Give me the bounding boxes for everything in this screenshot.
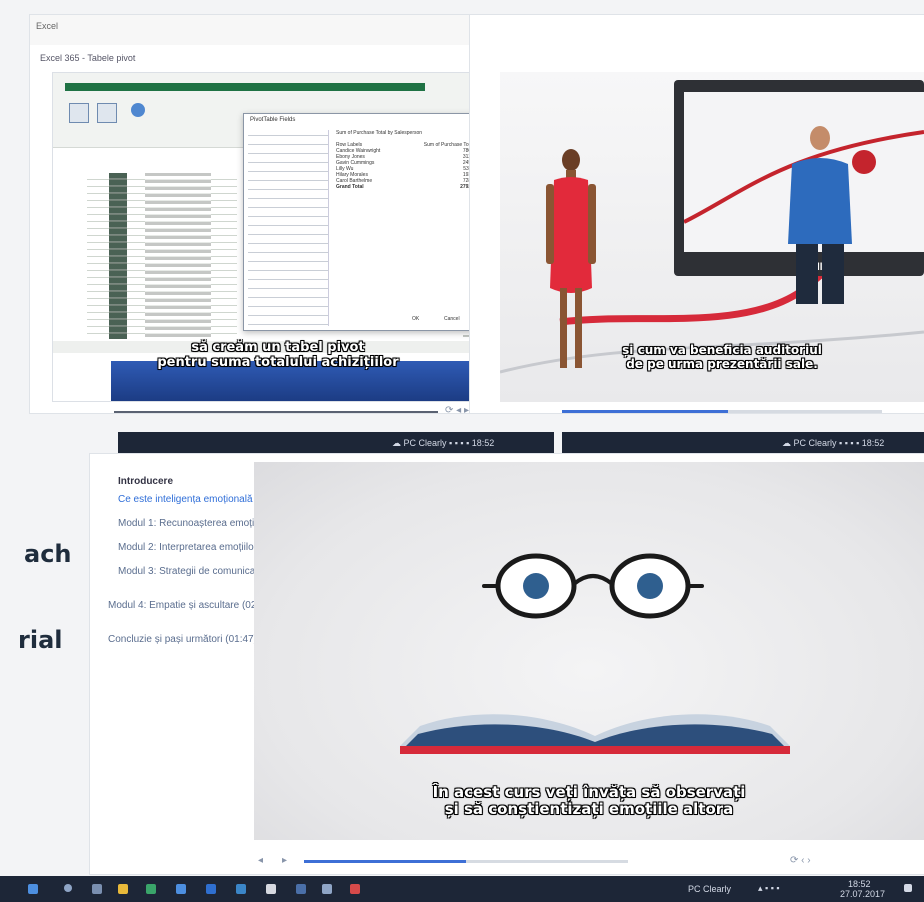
pivot-table-icon[interactable]	[69, 103, 89, 123]
windows-start-icon[interactable]	[28, 884, 38, 894]
glasses-graphic	[482, 553, 704, 619]
pivot-header: Sum of Purchase Total by Salesperson	[336, 130, 423, 136]
tray-icons[interactable]: ▴ ▪ ▪ ▪	[758, 883, 780, 894]
course-item[interactable]: Ce este inteligența emoțională (00:31)	[118, 494, 258, 505]
app-icon[interactable]	[322, 884, 332, 894]
main-video-frame: În acest curs veți învăța să observați ș…	[254, 462, 924, 840]
left-os-taskbar: ☁ PC Clearly ▪ ▪ ▪ ▪ 18:52	[118, 432, 554, 454]
app-icon[interactable]	[206, 884, 216, 894]
app-icon[interactable]	[146, 884, 156, 894]
app-icon[interactable]	[296, 884, 306, 894]
excel-video-subtitle: să creăm un tabel pivot pentru suma tota…	[113, 340, 443, 371]
subtitle-line: În acest curs veți învăța să observați	[432, 783, 746, 801]
background-word-2: rial	[18, 626, 63, 654]
os-taskbar: PC Clearly ▴ ▪ ▪ ▪ 18:52 27.07.2017	[0, 876, 924, 902]
notification-icon[interactable]	[904, 884, 912, 892]
presentation-video-subtitle: și cum va beneficia auditoriul de pe urm…	[560, 343, 884, 372]
pivot-field-list	[248, 130, 329, 326]
subtitle-line: și să conștientizați emoțiile altora	[444, 800, 734, 819]
ok-button[interactable]: OK	[412, 316, 419, 322]
play-button[interactable]: ▸	[282, 855, 287, 866]
previous-button[interactable]: ◂	[258, 855, 263, 866]
presentation-video-frame: Skillsoft și cum va beneficia auditoriul…	[500, 72, 924, 402]
excel-video-progress[interactable]	[114, 411, 438, 413]
app-icon[interactable]	[176, 884, 186, 894]
main-video-progress[interactable]	[304, 860, 628, 863]
illustrations-icon[interactable]	[131, 103, 145, 117]
course-item[interactable]: Introducere	[118, 476, 258, 487]
subtitle-line: și cum va beneficia auditoriul	[622, 343, 822, 357]
subtitle-line: să creăm un tabel pivot	[191, 340, 365, 355]
right-os-taskbar: ☁ PC Clearly ▪ ▪ ▪ ▪ 18:52	[562, 432, 924, 454]
app-icon[interactable]	[266, 884, 276, 894]
file-explorer-icon[interactable]	[118, 884, 128, 894]
open-book-graphic	[400, 714, 790, 754]
table-icon[interactable]	[97, 103, 117, 123]
spreadsheet-grid[interactable]	[87, 173, 237, 339]
subtitle-line: pentru suma totalului achizițiilor	[157, 354, 399, 370]
search-icon[interactable]	[64, 884, 72, 892]
course-item[interactable]: Modul 1: Recunoașterea emoțiilor (01:14)	[118, 518, 258, 529]
pivot-dialog-title: PivotTable Fields	[250, 117, 296, 123]
weather-label[interactable]: PC Clearly	[688, 884, 731, 894]
main-video-progress-fill	[304, 860, 466, 863]
course-item[interactable]: Concluzie și pași următori (01:47)	[108, 634, 258, 645]
pivot-dialog: PivotTable Fields Sum of Purchase Total …	[243, 113, 481, 331]
clock-date[interactable]: 27.07.2017	[840, 889, 885, 899]
background-word-1: ach	[24, 540, 72, 568]
cancel-button[interactable]: Cancel	[444, 316, 460, 322]
task-view-icon[interactable]	[92, 884, 102, 894]
presenter-man	[788, 126, 852, 304]
pivot-table: Row Labels Sum of Purchase Total Candice …	[336, 142, 474, 190]
clock-time[interactable]: 18:52	[848, 879, 871, 889]
app-title: Excel	[36, 21, 59, 31]
top-left-window-titlebar: Excel Excel 365 - Tabele pivot	[30, 15, 470, 63]
window-subtitle: Excel 365 - Tabele pivot	[40, 53, 136, 63]
player-right-controls[interactable]: ⟳ ‹ ›	[790, 855, 811, 866]
app-icon[interactable]	[236, 884, 246, 894]
presentation-video-progress[interactable]	[562, 410, 882, 413]
course-item[interactable]: Modul 4: Empatie și ascultare (02:45)	[108, 600, 258, 611]
app-icon[interactable]	[350, 884, 360, 894]
subtitle-line: de pe urma prezentării sale.	[626, 356, 818, 371]
course-sidebar: Introducere Ce este inteligența emoționa…	[108, 466, 258, 866]
course-item[interactable]: Modul 3: Strategii de comunicare - exerc…	[118, 566, 258, 577]
pivot-row: Grand Total 27920	[336, 184, 474, 190]
course-item[interactable]: Modul 2: Interpretarea emoțiilor celorla…	[118, 542, 258, 553]
main-video-subtitle: În acest curs veți învăța să observați ș…	[354, 783, 824, 819]
